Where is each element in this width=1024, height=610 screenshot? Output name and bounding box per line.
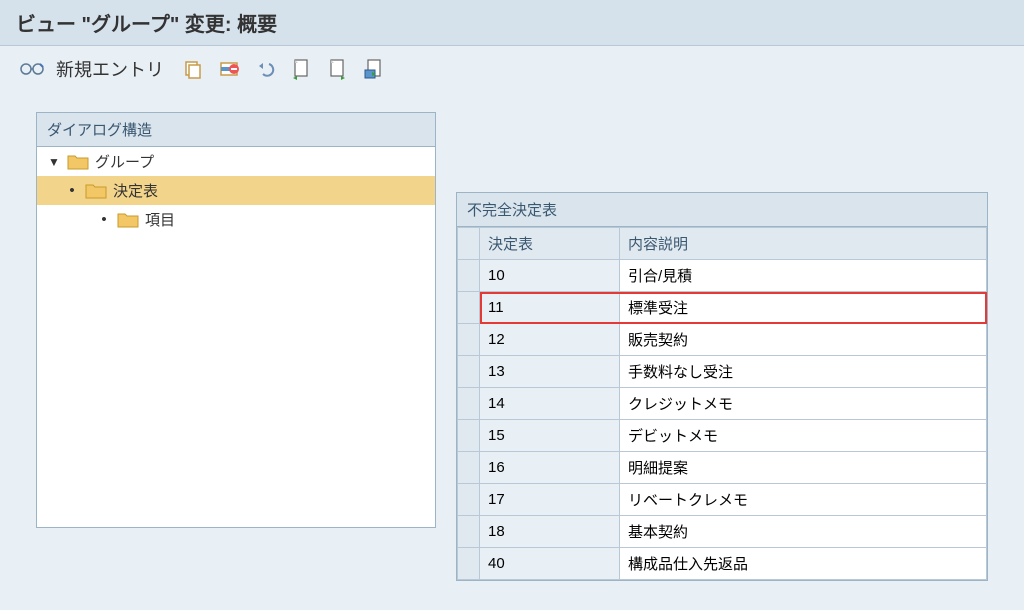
expand-toggle-icon[interactable]: ▼ — [47, 155, 61, 169]
table-row[interactable]: 15デビットメモ — [458, 420, 987, 452]
col-header-code[interactable]: 決定表 — [480, 228, 620, 260]
row-selector[interactable] — [458, 516, 480, 548]
cell-code[interactable]: 10 — [480, 260, 620, 292]
cell-desc[interactable]: リベートクレメモ — [620, 484, 987, 516]
row-selector[interactable] — [458, 292, 480, 324]
table-row[interactable]: 18基本契約 — [458, 516, 987, 548]
cell-code[interactable]: 14 — [480, 388, 620, 420]
page-next-icon[interactable] — [325, 57, 349, 81]
row-selector[interactable] — [458, 324, 480, 356]
cell-desc[interactable]: 基本契約 — [620, 516, 987, 548]
cell-code[interactable]: 40 — [480, 548, 620, 580]
row-selector[interactable] — [458, 356, 480, 388]
col-header-desc[interactable]: 内容説明 — [620, 228, 987, 260]
row-selector[interactable] — [458, 548, 480, 580]
tree-node-item[interactable]: • 項目 — [37, 205, 435, 234]
cell-code[interactable]: 15 — [480, 420, 620, 452]
table-row[interactable]: 16明細提案 — [458, 452, 987, 484]
table-row[interactable]: 14クレジットメモ — [458, 388, 987, 420]
new-entry-button[interactable]: 新規エントリ — [56, 56, 164, 82]
cell-code[interactable]: 18 — [480, 516, 620, 548]
cell-desc[interactable]: 販売契約 — [620, 324, 987, 356]
row-selector[interactable] — [458, 388, 480, 420]
tree-node-label: 項目 — [145, 209, 175, 230]
table-row[interactable]: 10引合/見積 — [458, 260, 987, 292]
tree-header: ダイアログ構造 — [37, 113, 435, 147]
copy-icon[interactable] — [181, 57, 205, 81]
cell-desc[interactable]: 構成品仕入先返品 — [620, 548, 987, 580]
tree-node-label: グループ — [95, 151, 154, 172]
undo-icon[interactable] — [253, 57, 277, 81]
tree-body: ▼ グループ • 決定表 • 項目 — [37, 147, 435, 527]
page-prev-icon[interactable] — [289, 57, 313, 81]
tree-node-decision[interactable]: • 決定表 — [37, 176, 435, 205]
table-row[interactable]: 17リベートクレメモ — [458, 484, 987, 516]
cell-code[interactable]: 11 — [480, 292, 620, 324]
table-row[interactable]: 40構成品仕入先返品 — [458, 548, 987, 580]
toolbar: 新規エントリ — [0, 46, 1024, 92]
folder-icon — [67, 154, 89, 170]
cell-desc[interactable]: 明細提案 — [620, 452, 987, 484]
cell-code[interactable]: 16 — [480, 452, 620, 484]
row-selector[interactable] — [458, 484, 480, 516]
row-selector[interactable] — [458, 452, 480, 484]
table-row[interactable]: 13手数料なし受注 — [458, 356, 987, 388]
cell-desc[interactable]: デビットメモ — [620, 420, 987, 452]
bullet-icon: • — [97, 211, 111, 228]
page-title: ビュー "グループ" 変更: 概要 — [16, 8, 1008, 37]
header-bar: ビュー "グループ" 変更: 概要 — [0, 0, 1024, 46]
transport-icon[interactable] — [361, 57, 385, 81]
cell-code[interactable]: 17 — [480, 484, 620, 516]
bullet-icon: • — [65, 182, 79, 199]
row-selector[interactable] — [458, 260, 480, 292]
dialog-structure-panel: ダイアログ構造 ▼ グループ • 決定表 • 項目 — [36, 112, 436, 528]
cell-desc[interactable]: 標準受注 — [620, 292, 987, 324]
select-all-header[interactable] — [458, 228, 480, 260]
delete-row-icon[interactable] — [217, 57, 241, 81]
cell-code[interactable]: 13 — [480, 356, 620, 388]
table-title: 不完全決定表 — [457, 193, 987, 227]
folder-icon — [85, 183, 107, 199]
cell-desc[interactable]: 引合/見積 — [620, 260, 987, 292]
tree-node-group[interactable]: ▼ グループ — [37, 147, 435, 176]
table-row[interactable]: 12販売契約 — [458, 324, 987, 356]
tree-node-label: 決定表 — [113, 180, 158, 201]
folder-icon — [117, 212, 139, 228]
table-panel: 不完全決定表 決定表 内容説明 10引合/見積11標準受注12販売契約13手数料… — [456, 192, 988, 581]
table-row[interactable]: 11標準受注 — [458, 292, 987, 324]
cell-desc[interactable]: 手数料なし受注 — [620, 356, 987, 388]
row-selector[interactable] — [458, 420, 480, 452]
table-wrap: 決定表 内容説明 10引合/見積11標準受注12販売契約13手数料なし受注14ク… — [457, 227, 987, 580]
cell-desc[interactable]: クレジットメモ — [620, 388, 987, 420]
content-area: ダイアログ構造 ▼ グループ • 決定表 • 項目 — [0, 92, 1024, 601]
decision-table: 決定表 内容説明 10引合/見積11標準受注12販売契約13手数料なし受注14ク… — [457, 227, 987, 580]
glasses-icon[interactable] — [20, 57, 44, 81]
cell-code[interactable]: 12 — [480, 324, 620, 356]
